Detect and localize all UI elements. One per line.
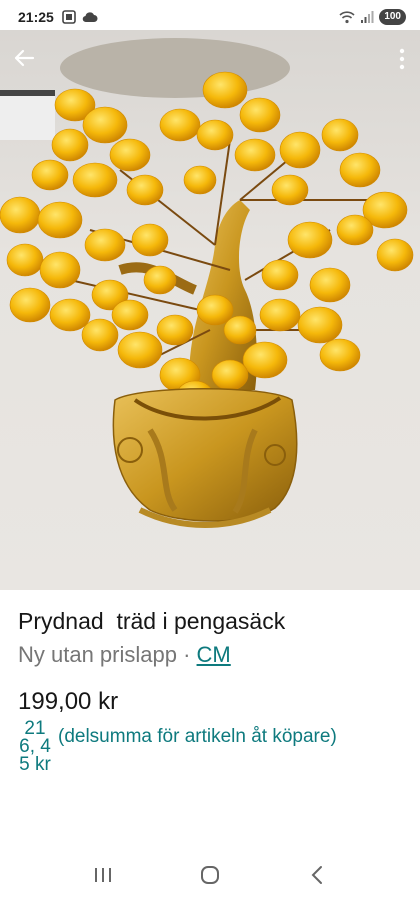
status-bar: 21:25 100 xyxy=(0,0,420,34)
recent-apps-icon xyxy=(95,868,112,882)
condition-label: Ny utan prislapp xyxy=(18,642,177,667)
battery-indicator: 100 xyxy=(379,9,406,25)
brand-link[interactable]: CM xyxy=(197,642,231,667)
recent-apps-button[interactable] xyxy=(83,860,123,890)
listing-title: Prydnad träd i pengasäck xyxy=(18,608,286,634)
buyer-price-note[interactable]: (delsumma för artikeln åt köpare) xyxy=(58,726,337,748)
buyer-price-row[interactable]: 21 6, 45 kr (delsumma för artikeln åt kö… xyxy=(18,719,337,774)
product-photo xyxy=(0,38,414,528)
cloud-icon xyxy=(82,12,98,23)
wifi-icon xyxy=(339,11,355,24)
system-nav-bar xyxy=(0,850,420,900)
screenshot-icon xyxy=(62,10,76,24)
back-button[interactable] xyxy=(297,860,337,890)
listing-subtitle: Ny utan prislapp · CM xyxy=(18,642,231,668)
signal-icon xyxy=(361,11,374,23)
buyer-price-amount[interactable]: 21 6, 45 kr xyxy=(18,719,52,774)
back-arrow-icon[interactable] xyxy=(12,46,36,70)
home-button[interactable] xyxy=(190,860,230,890)
home-icon xyxy=(200,866,219,884)
product-photo-carousel[interactable] xyxy=(0,30,420,590)
chevron-left-icon xyxy=(311,866,322,884)
separator: · xyxy=(176,642,197,667)
listing-price: 199,00 kr xyxy=(18,688,119,715)
more-options-icon[interactable] xyxy=(398,48,406,70)
status-time: 21:25 xyxy=(18,9,54,25)
